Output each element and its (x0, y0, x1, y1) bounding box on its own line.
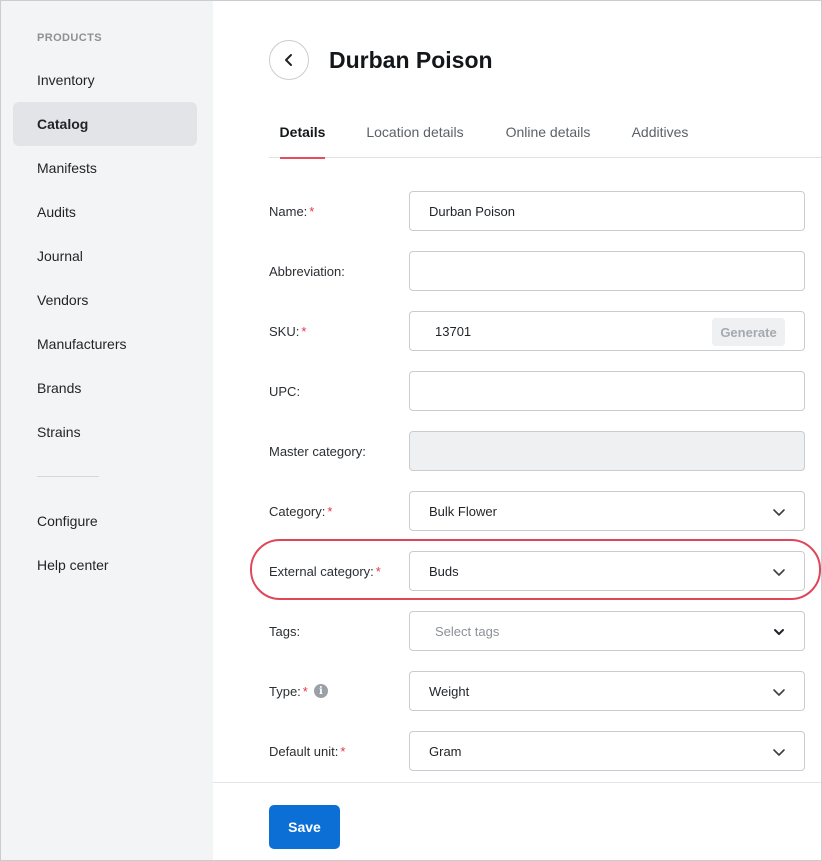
chevron-left-icon (285, 54, 292, 66)
upc-row: UPC: (269, 371, 805, 411)
chevron-down-icon (773, 689, 785, 696)
external-category-row: External category: * Buds (269, 551, 805, 591)
sidebar-item-label: Manifests (37, 160, 97, 176)
sidebar-item-label: Catalog (37, 116, 89, 132)
required-marker: * (327, 503, 333, 519)
sidebar-item-audits[interactable]: Audits (13, 190, 197, 234)
sidebar-item-strains[interactable]: Strains (13, 410, 197, 454)
name-row: Name: * Durban Poison (269, 191, 805, 231)
type-select[interactable]: Weight (409, 671, 805, 711)
type-row: Type: * i Weight (269, 671, 805, 711)
abbreviation-label: Abbreviation: (269, 263, 345, 279)
sidebar: PRODUCTS Inventory Catalog Manifests Aud… (1, 1, 213, 860)
sidebar-item-catalog[interactable]: Catalog (13, 102, 197, 146)
sidebar-divider (37, 476, 99, 477)
sku-row: SKU: * 13701 Generate (269, 311, 805, 351)
info-icon[interactable]: i (313, 684, 328, 698)
required-marker: * (340, 743, 346, 759)
required-marker: * (302, 683, 308, 699)
abbreviation-field[interactable] (409, 251, 805, 291)
name-label: Name: * (269, 203, 315, 219)
tab-details[interactable]: Details (280, 105, 325, 159)
master-category-field (409, 431, 805, 471)
upc-label: UPC: (269, 383, 301, 399)
type-value: Weight (429, 683, 470, 699)
category-select[interactable]: Bulk Flower (409, 491, 805, 531)
default-unit-label: Default unit: * (269, 743, 346, 759)
save-button[interactable]: Save (269, 805, 340, 849)
tab-location-details[interactable]: Location details (364, 105, 466, 158)
chevron-down-icon (774, 629, 784, 635)
sidebar-item-label: Help center (37, 557, 109, 573)
sidebar-section-products: PRODUCTS (37, 32, 102, 44)
sidebar-item-label: Strains (37, 424, 81, 440)
upc-field[interactable] (409, 371, 805, 411)
required-marker: * (309, 203, 315, 219)
tags-row: Tags: Select tags (269, 611, 805, 651)
tags-label: Tags: (269, 623, 301, 639)
sidebar-item-label: Configure (37, 513, 98, 529)
sidebar-item-label: Inventory (37, 72, 95, 88)
sku-value: 13701 (435, 323, 472, 339)
sidebar-item-vendors[interactable]: Vendors (13, 278, 197, 322)
sidebar-item-label: Brands (37, 380, 82, 396)
required-marker: * (301, 323, 307, 339)
sidebar-item-help-center[interactable]: Help center (13, 543, 197, 587)
sidebar-item-label: Journal (37, 248, 83, 264)
sidebar-item-label: Vendors (37, 292, 89, 308)
sidebar-item-configure[interactable]: Configure (13, 499, 197, 543)
master-category-row: Master category: (269, 431, 805, 471)
master-category-label: Master category: (269, 443, 366, 459)
tab-additives[interactable]: Additives (630, 105, 690, 158)
abbreviation-row: Abbreviation: (269, 251, 805, 291)
main-content: Durban Poison Details Location details O… (213, 1, 821, 860)
sidebar-item-inventory[interactable]: Inventory (13, 58, 197, 102)
external-category-value: Buds (429, 563, 459, 579)
default-unit-value: Gram (429, 743, 462, 759)
type-label: Type: * i (269, 671, 328, 711)
category-row: Category: * Bulk Flower (269, 491, 805, 531)
tab-bar: Details Location details Online details … (269, 105, 821, 159)
category-label: Category: * (269, 503, 333, 519)
sku-field[interactable]: 13701 Generate (409, 311, 805, 351)
default-unit-row: Default unit: * Gram (269, 731, 805, 771)
name-field[interactable]: Durban Poison (409, 191, 805, 231)
chevron-down-icon (773, 569, 785, 576)
sidebar-item-journal[interactable]: Journal (13, 234, 197, 278)
default-unit-select[interactable]: Gram (409, 731, 805, 771)
chevron-down-icon (773, 749, 785, 756)
tags-select[interactable]: Select tags (409, 611, 805, 651)
chevron-down-icon (773, 509, 785, 516)
sku-label: SKU: * (269, 323, 307, 339)
category-value: Bulk Flower (429, 503, 497, 519)
generate-sku-button[interactable]: Generate (712, 318, 785, 346)
tab-online-details[interactable]: Online details (504, 105, 592, 158)
sidebar-item-brands[interactable]: Brands (13, 366, 197, 410)
external-category-label: External category: * (269, 563, 381, 579)
sidebar-item-label: Audits (37, 204, 76, 220)
required-marker: * (375, 563, 381, 579)
page-title: Durban Poison (329, 47, 493, 73)
sidebar-item-label: Manufacturers (37, 336, 127, 352)
form-footer: Save (213, 782, 821, 860)
sidebar-item-manifests[interactable]: Manifests (13, 146, 197, 190)
tags-placeholder: Select tags (435, 623, 500, 639)
external-category-select[interactable]: Buds (409, 551, 805, 591)
app-window: PRODUCTS Inventory Catalog Manifests Aud… (0, 0, 822, 861)
sidebar-item-manufacturers[interactable]: Manufacturers (13, 322, 197, 366)
back-button[interactable] (269, 40, 309, 80)
